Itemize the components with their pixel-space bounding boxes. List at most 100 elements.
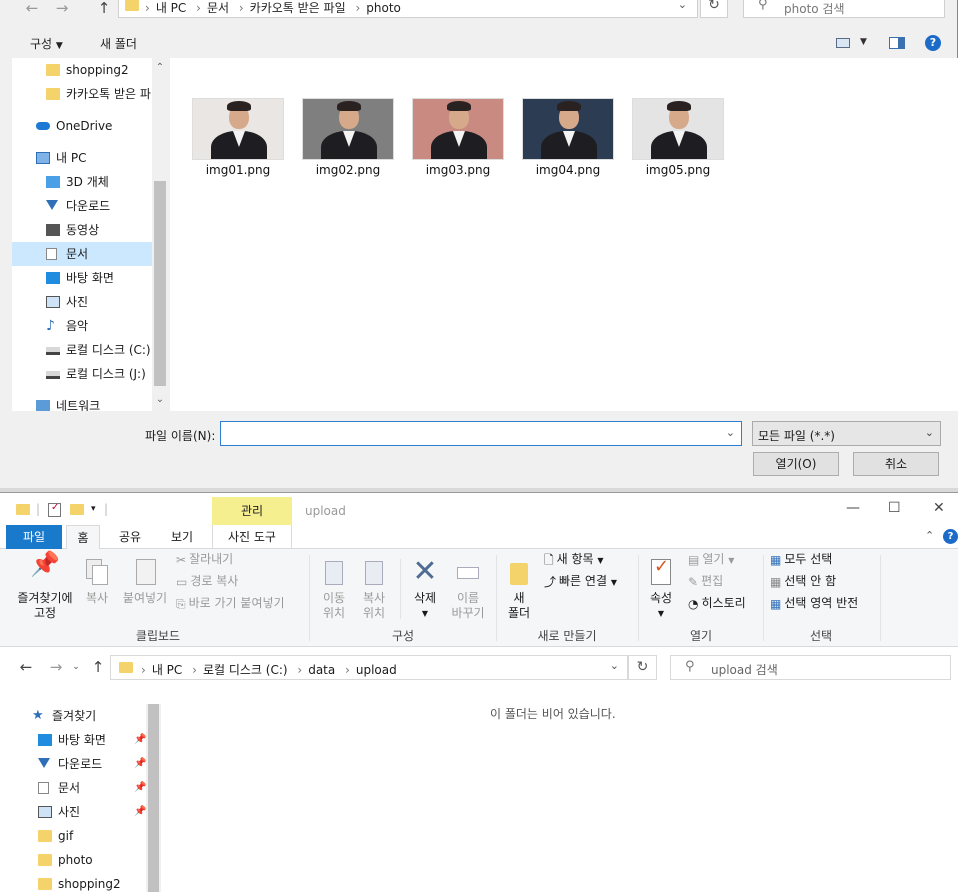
minimize-icon[interactable]: — bbox=[846, 500, 860, 516]
sidebar-item[interactable]: OneDrive bbox=[12, 114, 152, 138]
breadcrumb-item[interactable]: 내 PC bbox=[156, 1, 186, 15]
tab-file[interactable]: 파일 bbox=[6, 525, 62, 549]
cancel-button[interactable]: 취소 bbox=[853, 452, 939, 476]
refresh-button[interactable]: ↻ bbox=[700, 0, 728, 18]
recent-locations-icon[interactable]: ⌄ bbox=[66, 659, 86, 675]
sidebar-item[interactable]: 3D 개체 bbox=[12, 170, 152, 194]
pin-icon[interactable]: 📌 bbox=[134, 752, 146, 776]
nav-scrollbar[interactable] bbox=[146, 704, 161, 892]
select-none-button[interactable]: ▦ 선택 안 함 bbox=[770, 571, 836, 591]
tab-view[interactable]: 보기 bbox=[160, 525, 204, 549]
sidebar-item[interactable]: 바탕 화면 bbox=[12, 266, 152, 290]
sidebar-item[interactable]: 바탕 화면 📌 bbox=[32, 728, 152, 752]
new-folder-button[interactable]: 새 폴더 bbox=[502, 557, 536, 621]
help-icon[interactable]: ? bbox=[925, 35, 941, 51]
nav-scrollbar[interactable]: ⌃ ⌄ bbox=[152, 58, 168, 411]
scrollbar-thumb[interactable] bbox=[154, 181, 166, 386]
forward-icon[interactable]: → bbox=[46, 659, 66, 675]
pin-icon[interactable]: 📌 bbox=[134, 728, 146, 752]
pin-icon[interactable]: 📌 bbox=[134, 800, 146, 824]
sidebar-item[interactable]: 다운로드 bbox=[12, 194, 152, 218]
file-item[interactable]: img02.png bbox=[300, 98, 396, 178]
chevron-down-icon[interactable]: ⌄ bbox=[726, 426, 735, 439]
new-folder-quick-icon[interactable] bbox=[70, 504, 84, 515]
sidebar-item[interactable]: 네트워크 bbox=[12, 394, 152, 411]
scroll-down-icon[interactable]: ⌄ bbox=[152, 394, 168, 405]
properties-button[interactable]: ✓ 속성 ▼ bbox=[644, 557, 678, 621]
file-item[interactable]: img05.png bbox=[630, 98, 726, 178]
sidebar-item[interactable]: 사진 📌 bbox=[32, 800, 152, 824]
file-item[interactable]: img01.png bbox=[190, 98, 286, 178]
customize-qat-icon[interactable]: ▾ bbox=[91, 504, 96, 514]
sidebar-item[interactable]: 문서 📌 bbox=[32, 776, 152, 800]
folder-icon[interactable] bbox=[16, 504, 30, 515]
breadcrumb-item[interactable]: data bbox=[308, 663, 335, 677]
scroll-up-icon[interactable]: ⌃ bbox=[152, 62, 168, 73]
chevron-up-icon[interactable]: ⌃ bbox=[925, 529, 934, 542]
tab-share[interactable]: 공유 bbox=[110, 525, 150, 549]
sidebar-item[interactable]: 사진 bbox=[12, 290, 152, 314]
sidebar-item[interactable]: 다운로드 📌 bbox=[32, 752, 152, 776]
pin-icon[interactable]: 📌 bbox=[134, 776, 146, 800]
view-options-icon[interactable] bbox=[836, 38, 850, 48]
close-icon[interactable]: ✕ bbox=[933, 500, 945, 516]
breadcrumb-item[interactable]: 내 PC bbox=[152, 663, 182, 677]
back-icon[interactable]: ← bbox=[22, 0, 42, 16]
sidebar-item[interactable]: shopping2 bbox=[32, 872, 152, 892]
properties-quick-icon[interactable]: ✓ bbox=[48, 502, 61, 517]
delete-button[interactable]: ✕ 삭제 ▼ bbox=[406, 557, 444, 621]
breadcrumb-item[interactable]: 카카오톡 받은 파일 bbox=[250, 1, 346, 15]
edit-button[interactable]: ✎ 편집 bbox=[688, 571, 723, 591]
sidebar-item[interactable]: 동영상 bbox=[12, 218, 152, 242]
sidebar-item[interactable]: gif bbox=[32, 824, 152, 848]
breadcrumb-item[interactable]: photo bbox=[366, 1, 401, 15]
sidebar-item[interactable]: 문서 bbox=[12, 242, 152, 266]
move-to-button[interactable]: 이동 위치 bbox=[316, 557, 352, 621]
sidebar-item[interactable]: ★ 즐겨찾기 bbox=[32, 704, 152, 728]
cut-button[interactable]: ✂ 잘라내기 bbox=[176, 549, 233, 569]
sidebar-item[interactable]: ♪ 음악 bbox=[12, 314, 152, 338]
copy-path-button[interactable]: ▭ 경로 복사 bbox=[176, 571, 238, 591]
breadcrumb-item[interactable]: 문서 bbox=[207, 1, 229, 15]
breadcrumb-item[interactable]: upload bbox=[356, 663, 397, 677]
sidebar-item[interactable]: 내 PC bbox=[12, 146, 152, 170]
easy-access-button[interactable]: ⤴ 빠른 연결 ▼ bbox=[544, 571, 617, 591]
file-item[interactable]: img03.png bbox=[410, 98, 506, 178]
sidebar-item[interactable]: 로컬 디스크 (C:) bbox=[12, 338, 152, 362]
filename-input[interactable]: ⌄ bbox=[220, 421, 742, 446]
address-bar[interactable]: › 내 PC › 로컬 디스크 (C:) › data › upload ⌄ bbox=[110, 655, 628, 680]
chevron-down-icon[interactable]: ▼ bbox=[860, 37, 867, 47]
select-all-button[interactable]: ▦ 모두 선택 bbox=[770, 549, 832, 569]
tab-home[interactable]: 홈 bbox=[66, 525, 100, 549]
tab-picture-tools[interactable]: 사진 도구 bbox=[212, 525, 292, 549]
manage-context-tab[interactable]: 관리 bbox=[212, 497, 292, 525]
chevron-down-icon[interactable]: ⌄ bbox=[678, 0, 687, 11]
organize-button[interactable]: 구성 ▼ bbox=[30, 35, 63, 52]
sidebar-item[interactable]: 카카오톡 받은 파 bbox=[12, 82, 152, 106]
paste-button[interactable]: 붙여넣기 bbox=[118, 557, 172, 606]
file-item[interactable]: img04.png bbox=[520, 98, 616, 178]
address-bar[interactable]: › 내 PC › 문서 › 카카오톡 받은 파일 › photo ⌄ bbox=[118, 0, 698, 18]
rename-button[interactable]: 이름 바꾸기 bbox=[446, 557, 490, 621]
up-icon[interactable]: ↑ bbox=[94, 0, 114, 16]
open-button[interactable]: 열기(O) bbox=[753, 452, 839, 476]
help-icon[interactable]: ? bbox=[943, 529, 958, 544]
filetype-select[interactable]: 모든 파일 (*.*) ⌄ bbox=[752, 421, 941, 446]
invert-selection-button[interactable]: ▦ 선택 영역 반전 bbox=[770, 593, 858, 613]
preview-pane-icon[interactable] bbox=[889, 37, 905, 49]
back-icon[interactable]: ← bbox=[16, 659, 36, 675]
sidebar-item[interactable]: shopping2 bbox=[12, 58, 152, 82]
pin-to-quick-access-button[interactable]: 📌 즐겨찾기에 고정 bbox=[10, 552, 80, 621]
forward-icon[interactable]: → bbox=[52, 0, 72, 16]
new-folder-button[interactable]: 새 폴더 bbox=[100, 35, 137, 52]
open-button[interactable]: ▤ 열기 ▼ bbox=[688, 549, 734, 569]
search-input[interactable]: ⚲ upload 검색 bbox=[670, 655, 951, 680]
up-icon[interactable]: ↑ bbox=[88, 659, 108, 675]
refresh-button[interactable]: ↻ bbox=[628, 655, 657, 680]
breadcrumb-item[interactable]: 로컬 디스크 (C:) bbox=[203, 663, 288, 677]
new-item-button[interactable]: 🗋 새 항목 ▼ bbox=[544, 549, 604, 569]
search-input[interactable]: ⚲ photo 검색 bbox=[743, 0, 945, 18]
copy-to-button[interactable]: 복사 위치 bbox=[356, 557, 392, 621]
paste-shortcut-button[interactable]: ⎘ 바로 가기 붙여넣기 bbox=[176, 593, 285, 613]
history-button[interactable]: ◔ 히스토리 bbox=[688, 593, 746, 613]
